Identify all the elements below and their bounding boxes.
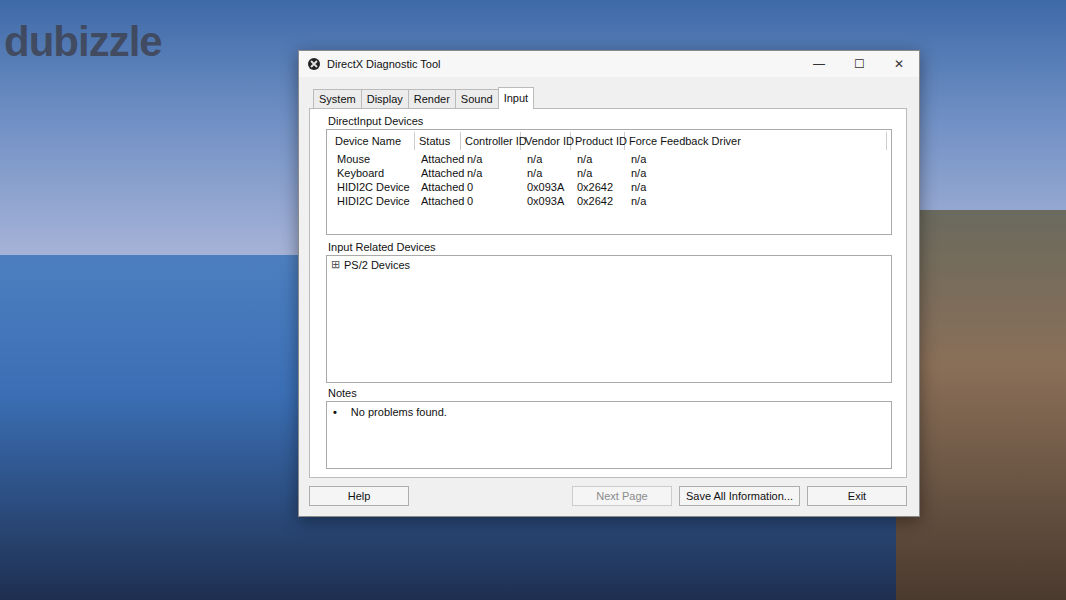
dialog-button[interactable]: Save All Information... [679, 486, 800, 506]
table-cell: n/a [461, 166, 521, 180]
expand-icon[interactable]: ⊞ [331, 258, 340, 271]
device-table[interactable]: Device NameStatusController IDVendor IDP… [326, 129, 892, 235]
tree-item[interactable]: ⊞ PS/2 Devices [331, 258, 887, 271]
table-cell: Attached [415, 152, 461, 166]
note: •No problems found. [333, 406, 885, 418]
related-tree[interactable]: ⊞ PS/2 Devices [326, 255, 892, 383]
table-row[interactable]: HIDI2C DeviceAttached00x093A0x2642n/a [331, 180, 887, 194]
dialog-button[interactable]: Exit [807, 486, 907, 506]
window-control[interactable]: — [799, 51, 839, 77]
window-control[interactable]: ✕ [879, 51, 919, 77]
table-cell: 0x2642 [571, 194, 625, 208]
notes-box: •No problems found. [326, 401, 892, 469]
table-cell: Attached [415, 180, 461, 194]
table-cell: 0 [461, 194, 521, 208]
tab-panel: DirectInput Devices Device NameStatusCon… [309, 108, 907, 478]
tab[interactable]: Render [408, 89, 456, 108]
group-label: Notes [326, 385, 892, 401]
tab-bar: SystemDisplayRenderSoundInput [309, 87, 907, 108]
table-cell: 0x093A [521, 194, 571, 208]
table-cell: n/a [625, 180, 887, 194]
table-cell: n/a [625, 194, 887, 208]
table-cell: n/a [521, 166, 571, 180]
dialog-button[interactable]: Help [309, 486, 409, 506]
directx-icon [307, 57, 321, 71]
column-header[interactable]: Device Name [331, 132, 415, 150]
column-header[interactable]: Force Feedback Driver [625, 132, 887, 150]
table-cell: HIDI2C Device [331, 194, 415, 208]
table-cell: Attached [415, 166, 461, 180]
column-header[interactable]: Controller ID [461, 132, 521, 150]
table-cell: 0x2642 [571, 180, 625, 194]
tab[interactable]: Input [498, 87, 534, 109]
column-header[interactable]: Vendor ID [521, 132, 571, 150]
table-cell: Mouse [331, 152, 415, 166]
table-cell: Keyboard [331, 166, 415, 180]
group-label: DirectInput Devices [326, 113, 892, 129]
button-bar: Help Next Page Save All Information... E… [309, 478, 907, 506]
table-cell: n/a [461, 152, 521, 166]
table-header: Device NameStatusController IDVendor IDP… [331, 132, 887, 150]
table-row[interactable]: KeyboardAttachedn/an/an/an/a [331, 166, 887, 180]
window-title: DirectX Diagnostic Tool [327, 58, 799, 70]
window-control[interactable]: ☐ [839, 51, 879, 77]
column-header[interactable]: Status [415, 132, 461, 150]
table-cell: Attached [415, 194, 461, 208]
table-cell: n/a [521, 152, 571, 166]
table-cell: n/a [571, 152, 625, 166]
title-bar[interactable]: DirectX Diagnostic Tool —☐✕ [299, 51, 919, 77]
table-cell: HIDI2C Device [331, 180, 415, 194]
tab[interactable]: Sound [455, 89, 499, 108]
watermark: dubizzle [4, 18, 162, 66]
group-label: Input Related Devices [326, 239, 892, 255]
table-cell: 0 [461, 180, 521, 194]
dxdiag-window[interactable]: DirectX Diagnostic Tool —☐✕ SystemDispla… [298, 50, 920, 517]
table-cell: n/a [625, 166, 887, 180]
column-header[interactable]: Product ID [571, 132, 625, 150]
tab[interactable]: Display [361, 89, 409, 108]
table-cell: n/a [571, 166, 625, 180]
table-row[interactable]: HIDI2C DeviceAttached00x093A0x2642n/a [331, 194, 887, 208]
desktop: dubizzle DirectX Diagnostic Tool —☐✕ Sys… [0, 0, 1066, 600]
table-cell: n/a [625, 152, 887, 166]
table-row[interactable]: MouseAttachedn/an/an/an/a [331, 152, 887, 166]
dialog-button[interactable]: Next Page [572, 486, 672, 506]
table-cell: 0x093A [521, 180, 571, 194]
tab[interactable]: System [313, 89, 362, 108]
